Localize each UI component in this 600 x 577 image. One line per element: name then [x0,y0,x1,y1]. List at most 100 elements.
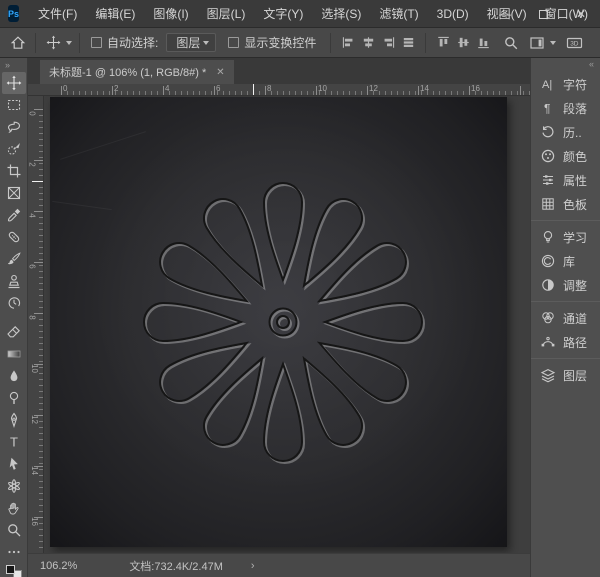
gradient-tool[interactable] [2,343,26,365]
rectangular-marquee-tool[interactable] [2,94,26,116]
dock-divider [531,358,600,359]
svg-text:3D: 3D [570,40,579,47]
panel-learn[interactable]: 学习 [531,225,600,249]
document-tab[interactable]: 未标题-1 @ 106% (1, RGB/8#) * ✕ [40,60,234,84]
panel-channels[interactable]: 通道 [531,306,600,330]
frame-tool[interactable] [2,182,26,204]
align-top-icon[interactable] [433,33,453,53]
ruler-number: 2 [114,84,118,93]
panel-paths[interactable]: 路径 [531,330,600,354]
panel-label: 通道 [563,310,587,327]
move-tool[interactable] [2,72,26,94]
chevron-down-icon [203,41,209,45]
align-bottom-icon[interactable] [473,33,493,53]
ruler-number: 8 [28,315,37,319]
chevron-down-icon [550,41,556,45]
ruler-number: 14 [420,84,429,93]
align-right-icon[interactable] [378,33,398,53]
brush-tool[interactable] [2,248,26,270]
edit-toolbar-icon[interactable] [2,541,26,563]
custom-shape-tool[interactable] [2,475,26,497]
cursor-position-marker [32,181,43,182]
distribute-icon[interactable] [398,33,418,53]
auto-select-target-dropdown[interactable]: 图层 [166,33,216,52]
show-transform-checkbox[interactable] [228,37,239,48]
align-left-icon[interactable] [338,33,358,53]
ruler-number: 12 [369,84,378,93]
menu-filter[interactable]: 滤镜(T) [370,0,427,28]
panel-label: 字符 [563,76,587,93]
auto-select-checkbox[interactable] [91,37,102,48]
home-icon[interactable] [8,33,28,53]
menu-select[interactable]: 选择(S) [312,0,370,28]
clone-stamp-tool[interactable] [2,270,26,292]
spot-healing-brush-tool[interactable] [2,226,26,248]
color-swatches[interactable] [6,565,22,577]
eraser-tool[interactable] [2,321,26,343]
texture-scratch [52,201,112,210]
panel-label: 属性 [563,172,587,189]
path-selection-tool[interactable] [2,453,26,475]
panel-history[interactable]: 历.. [531,120,600,144]
3d-mode-icon[interactable]: 3D [564,33,584,53]
tab-close-icon[interactable]: ✕ [216,67,224,78]
hand-tool[interactable] [2,497,26,519]
svg-text:T: T [10,435,18,450]
menu-layer[interactable]: 图层(L) [198,0,255,28]
panel-swatches[interactable]: 色板 [531,192,600,216]
color-icon [540,148,556,164]
crop-tool[interactable] [2,160,26,182]
panel-character[interactable]: A| 字符 [531,72,600,96]
close-button[interactable]: ✕ [562,0,600,28]
panel-color[interactable]: 颜色 [531,144,600,168]
zoom-tool[interactable] [2,519,26,541]
panel-adjustments[interactable]: 调整 [531,273,600,297]
document-viewport[interactable] [44,96,530,553]
workspace-switcher[interactable] [527,33,556,53]
menu-file[interactable]: 文件(F) [29,0,86,28]
vertical-ruler[interactable]: 0 2 4 6 8 10 12 14 16 [28,96,44,553]
auto-select-label: 自动选择: [107,34,158,51]
photoshop-app-icon: Ps [8,5,19,22]
tools-panel: » T [0,58,28,577]
lasso-tool[interactable] [2,116,26,138]
move-tool-preset[interactable] [43,33,72,53]
align-middle-icon[interactable] [453,33,473,53]
minimize-button[interactable]: — [486,0,524,28]
object-selection-tool[interactable] [2,138,26,160]
document-canvas[interactable] [50,97,507,547]
ruler-number: 2 [28,162,37,166]
toolstrip-collapse-button[interactable]: » [0,58,27,72]
paragraph-icon: ¶ [540,100,556,116]
character-icon: A| [540,76,556,92]
pen-tool[interactable] [2,409,26,431]
menu-image[interactable]: 图像(I) [144,0,197,28]
dock-expand-button[interactable]: « [531,58,600,72]
panel-layers[interactable]: 图层 [531,363,600,387]
eyedropper-tool[interactable] [2,204,26,226]
panel-label: 颜色 [563,148,587,165]
menu-type[interactable]: 文字(Y) [254,0,312,28]
menu-3d[interactable]: 3D(D) [428,0,478,28]
horizontal-ruler[interactable]: 0 2 4 6 8 10 12 14 16 [28,84,530,96]
align-center-h-icon[interactable] [358,33,378,53]
zoom-level-field[interactable]: 106.2% [40,560,77,572]
panel-label: 色板 [563,196,587,213]
blur-tool[interactable] [2,365,26,387]
type-tool[interactable]: T [2,431,26,453]
status-options-chevron-icon[interactable]: › [251,560,255,572]
panel-libraries[interactable]: 库 [531,249,600,273]
ruler-number: 6 [216,84,220,93]
foreground-color-swatch[interactable] [6,565,15,574]
ruler-number: 0 [63,84,67,93]
dodge-tool[interactable] [2,387,26,409]
menu-edit[interactable]: 编辑(E) [86,0,144,28]
ruler-number: 0 [28,111,37,115]
ruler-number: 10 [318,84,327,93]
maximize-button[interactable] [524,0,562,28]
panel-properties[interactable]: 属性 [531,168,600,192]
separator [35,33,36,53]
search-icon[interactable] [501,33,521,53]
panel-paragraph[interactable]: ¶ 段落 [531,96,600,120]
history-brush-tool[interactable] [2,292,26,314]
